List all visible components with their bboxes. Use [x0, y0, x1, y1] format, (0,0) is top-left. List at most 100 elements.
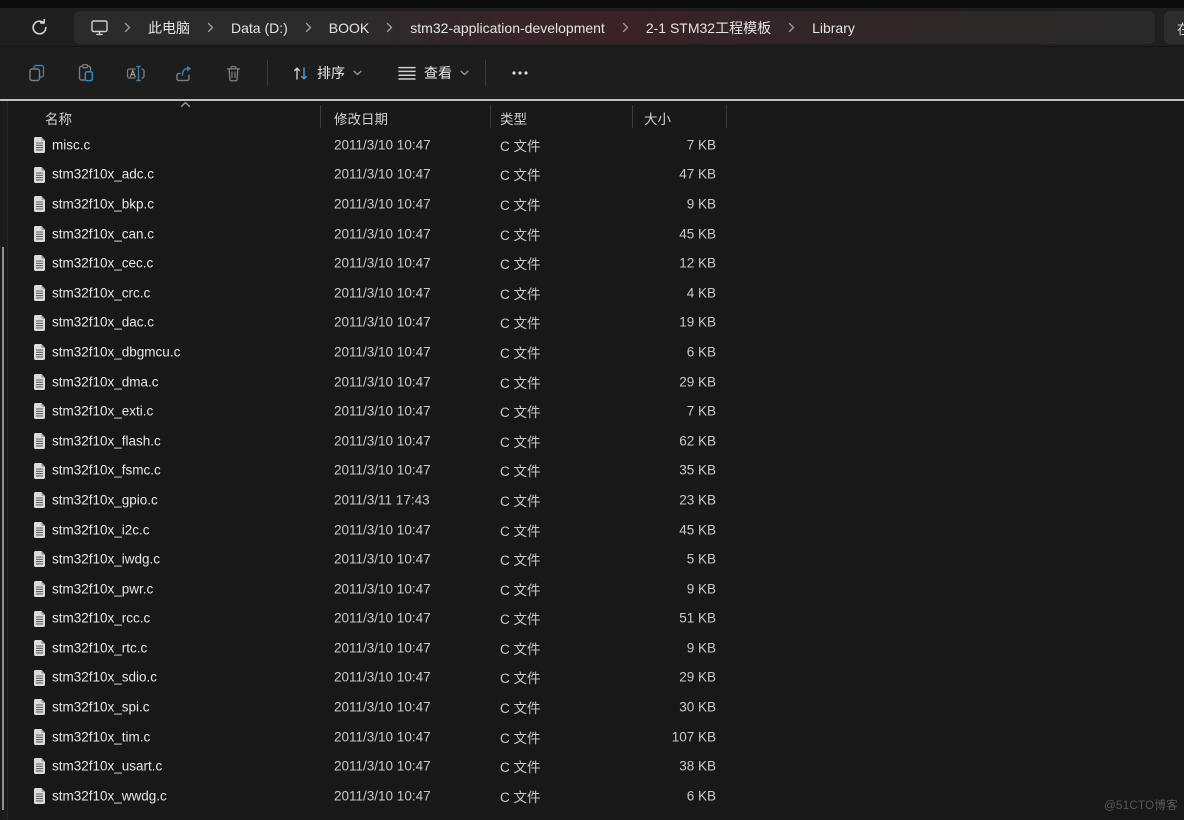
address-bar[interactable]: 此电脑 Data (D:) BOOK stm32-application-dev… [74, 11, 1155, 44]
file-size: 62 KB [590, 433, 716, 448]
file-size: 9 KB [590, 581, 716, 596]
file-type: C 文件 [500, 372, 541, 392]
file-type: C 文件 [500, 312, 541, 332]
file-date-modified: 2011/3/10 10:47 [334, 404, 431, 419]
search-input[interactable]: 在 [1164, 11, 1184, 44]
file-size: 12 KB [590, 256, 716, 271]
file-type: C 文件 [500, 490, 541, 510]
c-file-icon [33, 670, 46, 686]
column-header-date[interactable]: 修改日期 [334, 108, 388, 128]
copy-button[interactable] [17, 56, 57, 90]
file-size: 9 KB [590, 196, 716, 211]
c-file-icon [33, 255, 46, 271]
file-row[interactable]: misc.c 2011/3/10 10:47 C 文件 7 KB [0, 130, 1184, 160]
file-row[interactable]: stm32f10x_spi.c 2011/3/10 10:47 C 文件 30 … [0, 692, 1184, 722]
file-row[interactable]: stm32f10x_adc.c 2011/3/10 10:47 C 文件 47 … [0, 160, 1184, 190]
file-row[interactable]: stm32f10x_rcc.c 2011/3/10 10:47 C 文件 51 … [0, 604, 1184, 634]
file-row[interactable]: stm32f10x_rtc.c 2011/3/10 10:47 C 文件 9 K… [0, 633, 1184, 663]
file-size: 6 KB [590, 344, 716, 359]
file-date-modified: 2011/3/10 10:47 [334, 285, 431, 300]
toolbar-separator [485, 60, 486, 86]
paste-button[interactable] [66, 56, 106, 90]
chevron-down-icon [353, 70, 362, 76]
column-header-name[interactable]: 名称 [45, 108, 72, 128]
file-name: stm32f10x_tim.c [52, 729, 150, 744]
file-row[interactable]: stm32f10x_crc.c 2011/3/10 10:47 C 文件 4 K… [0, 278, 1184, 308]
file-row[interactable]: stm32f10x_exti.c 2011/3/10 10:47 C 文件 7 … [0, 396, 1184, 426]
file-name: stm32f10x_rcc.c [52, 611, 150, 626]
file-size: 35 KB [590, 463, 716, 478]
file-name: stm32f10x_crc.c [52, 285, 150, 300]
refresh-button[interactable] [22, 12, 56, 42]
file-size: 29 KB [590, 374, 716, 389]
breadcrumb-item[interactable]: 2-1 STM32工程模板 [638, 14, 779, 42]
share-button[interactable] [164, 56, 204, 90]
file-row[interactable]: stm32f10x_iwdg.c 2011/3/10 10:47 C 文件 5 … [0, 544, 1184, 574]
file-name: stm32f10x_flash.c [52, 433, 161, 448]
file-date-modified: 2011/3/10 10:47 [334, 167, 431, 182]
c-file-icon [33, 522, 46, 538]
file-row[interactable]: stm32f10x_flash.c 2011/3/10 10:47 C 文件 6… [0, 426, 1184, 456]
file-row[interactable]: stm32f10x_can.c 2011/3/10 10:47 C 文件 45 … [0, 219, 1184, 249]
rename-button[interactable] [115, 56, 155, 90]
file-name: stm32f10x_exti.c [52, 404, 153, 419]
file-row[interactable]: stm32f10x_wwdg.c 2011/3/10 10:47 C 文件 6 … [0, 781, 1184, 811]
file-row[interactable]: stm32f10x_dbgmcu.c 2011/3/10 10:47 C 文件 … [0, 337, 1184, 367]
file-row[interactable]: stm32f10x_pwr.c 2011/3/10 10:47 C 文件 9 K… [0, 574, 1184, 604]
column-header-size[interactable]: 大小 [644, 108, 671, 128]
file-name: stm32f10x_rtc.c [52, 640, 147, 655]
view-button[interactable]: 查看 [387, 56, 480, 90]
file-row[interactable]: stm32f10x_dma.c 2011/3/10 10:47 C 文件 29 … [0, 367, 1184, 397]
breadcrumb-item[interactable]: 此电脑 [140, 14, 198, 42]
breadcrumb-item[interactable]: Library [804, 16, 863, 40]
file-type: C 文件 [500, 786, 541, 806]
file-date-modified: 2011/3/10 10:47 [334, 196, 431, 211]
file-name: stm32f10x_spi.c [52, 700, 150, 715]
c-file-icon [33, 611, 46, 627]
file-name: stm32f10x_pwr.c [52, 581, 153, 596]
delete-button[interactable] [213, 56, 253, 90]
more-options-button[interactable] [499, 56, 541, 90]
file-size: 30 KB [590, 700, 716, 715]
left-pane-scrollbar[interactable] [0, 101, 8, 820]
file-row[interactable]: stm32f10x_sdio.c 2011/3/10 10:47 C 文件 29… [0, 663, 1184, 693]
c-file-icon [33, 226, 46, 242]
file-row[interactable]: stm32f10x_fsmc.c 2011/3/10 10:47 C 文件 35… [0, 456, 1184, 486]
c-file-icon [33, 551, 46, 567]
file-date-modified: 2011/3/10 10:47 [334, 611, 431, 626]
file-type: C 文件 [500, 579, 541, 599]
file-row[interactable]: stm32f10x_dac.c 2011/3/10 10:47 C 文件 19 … [0, 308, 1184, 338]
file-row[interactable]: stm32f10x_cec.c 2011/3/10 10:47 C 文件 12 … [0, 248, 1184, 278]
scrollbar-thumb[interactable] [2, 247, 4, 810]
file-type: C 文件 [500, 342, 541, 362]
file-type: C 文件 [500, 460, 541, 480]
file-type: C 文件 [500, 431, 541, 451]
file-name: stm32f10x_dac.c [52, 315, 154, 330]
file-date-modified: 2011/3/10 10:47 [334, 374, 431, 389]
refresh-icon [30, 18, 49, 37]
c-file-icon [33, 758, 46, 774]
file-row[interactable]: stm32f10x_tim.c 2011/3/10 10:47 C 文件 107… [0, 722, 1184, 752]
file-date-modified: 2011/3/10 10:47 [334, 463, 431, 478]
file-row[interactable]: stm32f10x_gpio.c 2011/3/11 17:43 C 文件 23… [0, 485, 1184, 515]
column-divider[interactable] [726, 105, 727, 128]
sort-button[interactable]: 排序 [281, 56, 373, 90]
column-divider[interactable] [490, 105, 491, 128]
column-divider[interactable] [320, 105, 321, 128]
file-row[interactable]: stm32f10x_usart.c 2011/3/10 10:47 C 文件 3… [0, 751, 1184, 781]
file-date-modified: 2011/3/10 10:47 [334, 433, 431, 448]
breadcrumb-item[interactable]: Data (D:) [223, 16, 296, 40]
breadcrumb-item[interactable]: stm32-application-development [402, 16, 613, 40]
file-size: 5 KB [590, 552, 716, 567]
c-file-icon [33, 788, 46, 804]
column-header-type[interactable]: 类型 [500, 108, 527, 128]
breadcrumb-item[interactable]: BOOK [321, 16, 377, 40]
file-row[interactable]: stm32f10x_bkp.c 2011/3/10 10:47 C 文件 9 K… [0, 189, 1184, 219]
file-list: misc.c 2011/3/10 10:47 C 文件 7 KB stm32f1… [0, 130, 1184, 811]
file-type: C 文件 [500, 224, 541, 244]
column-divider[interactable] [632, 105, 633, 128]
file-row[interactable]: stm32f10x_i2c.c 2011/3/10 10:47 C 文件 45 … [0, 515, 1184, 545]
c-file-icon [33, 315, 46, 331]
file-date-modified: 2011/3/10 10:47 [334, 256, 431, 271]
file-date-modified: 2011/3/10 10:47 [334, 788, 431, 803]
